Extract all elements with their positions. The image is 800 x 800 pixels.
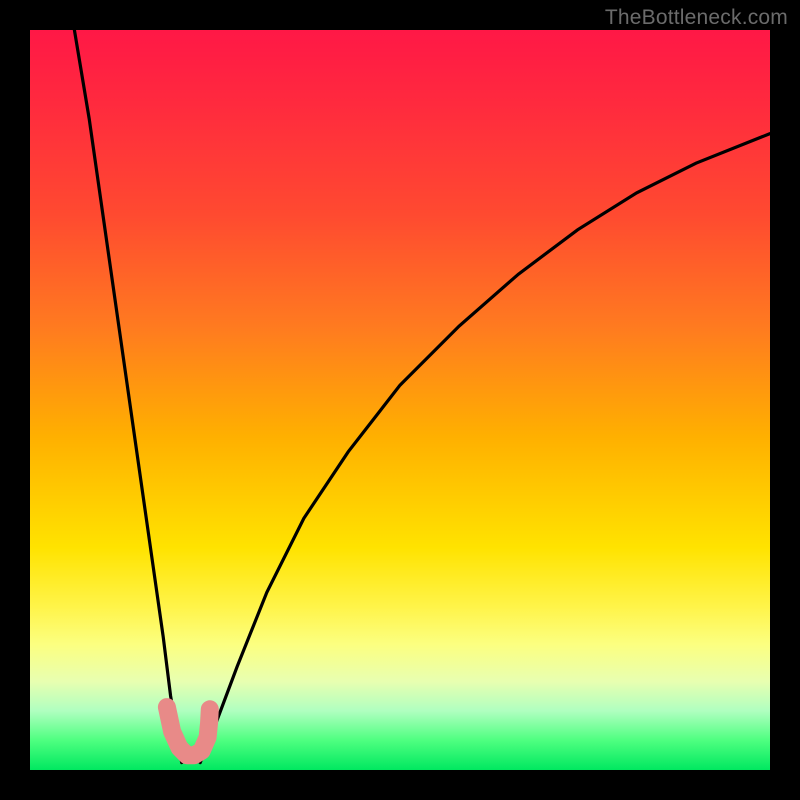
watermark-text: TheBottleneck.com bbox=[605, 6, 788, 30]
marker-band-curve bbox=[167, 707, 210, 755]
left-branch-curve bbox=[74, 30, 181, 763]
chart-frame: TheBottleneck.com bbox=[0, 0, 800, 800]
right-branch-curve bbox=[200, 134, 770, 763]
plot-area bbox=[30, 30, 770, 770]
curves-svg bbox=[30, 30, 770, 770]
